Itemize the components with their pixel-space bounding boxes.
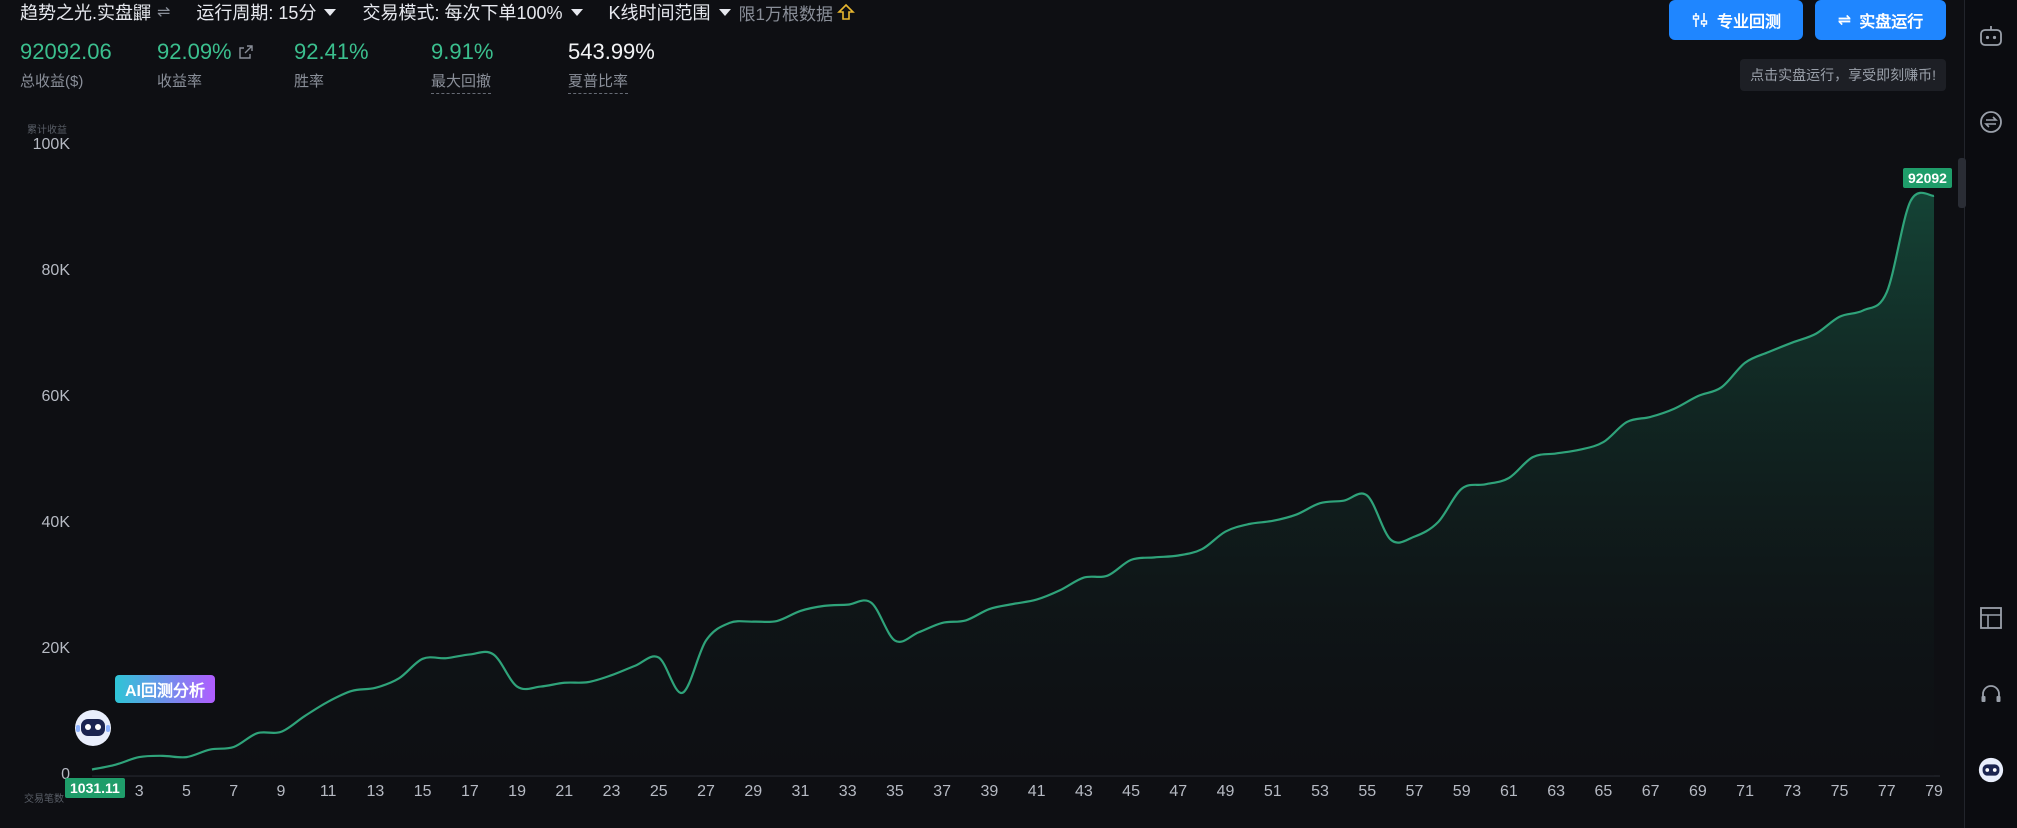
profit-chart [91,158,1966,777]
robot-mascot-icon[interactable] [72,706,114,748]
chart-scroll-handle[interactable] [1958,158,1966,208]
ai-analysis-button[interactable]: AI回测分析 [115,675,216,703]
end-value-label: 92092 [1903,168,1952,188]
start-value-label: 1031.11 [65,778,125,798]
